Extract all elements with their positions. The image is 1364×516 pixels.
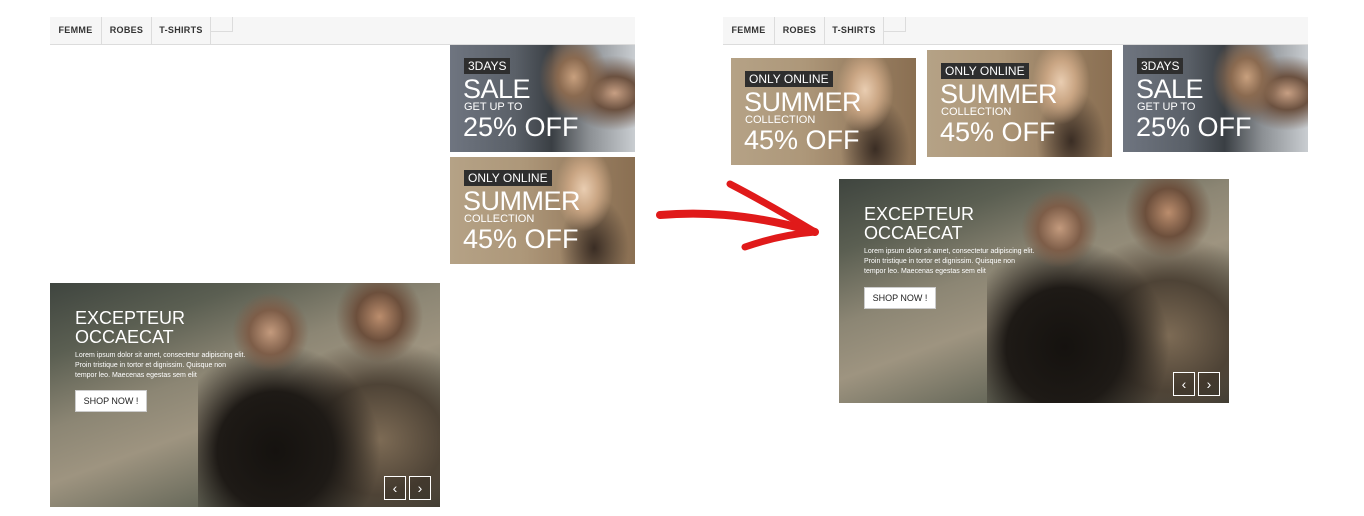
banner-summer[interactable]: ONLY ONLINE SUMMER COLLECTION 45% OFF bbox=[450, 157, 635, 264]
tab-femme[interactable]: FEMME bbox=[50, 17, 102, 44]
tab-t-shirts[interactable]: T-SHIRTS bbox=[152, 17, 211, 44]
slider-photo bbox=[987, 179, 1229, 403]
top-menu: FEMME ROBES T-SHIRTS bbox=[50, 17, 635, 45]
banner-badge: ONLY ONLINE bbox=[464, 170, 552, 186]
slider-prev-button[interactable]: ‹ bbox=[1173, 372, 1195, 396]
banner-photo bbox=[814, 58, 916, 165]
banner-sale[interactable]: 3DAYS SALE GET UP TO 25% OFF bbox=[1123, 45, 1308, 152]
slider-photo bbox=[198, 283, 440, 507]
banner-offer: 45% OFF bbox=[940, 117, 1056, 147]
tab-empty[interactable] bbox=[884, 17, 906, 32]
banner-offer: 45% OFF bbox=[463, 224, 579, 254]
tab-robes[interactable]: ROBES bbox=[102, 17, 152, 44]
slider-title: EXCEPTEUR bbox=[864, 204, 975, 224]
banner-badge: ONLY ONLINE bbox=[941, 63, 1029, 79]
banner-offer: 25% OFF bbox=[463, 112, 579, 142]
tab-robes[interactable]: ROBES bbox=[775, 17, 825, 44]
banner-headline: SUMMER bbox=[463, 186, 581, 216]
banner-headline: SALE bbox=[1136, 74, 1204, 104]
banner-summer[interactable]: ONLY ONLINE SUMMER COLLECTION 45% OFF bbox=[927, 50, 1112, 157]
tab-t-shirts[interactable]: T-SHIRTS bbox=[825, 17, 884, 44]
homepage-slider[interactable]: EXCEPTEUR OCCAECAT Lorem ipsum dolor sit… bbox=[839, 179, 1229, 403]
banner-subtitle: COLLECTION bbox=[745, 114, 816, 126]
before-panel: FEMME ROBES T-SHIRTS 3DAYS SALE GET UP T… bbox=[0, 0, 640, 516]
slider-next-button[interactable]: › bbox=[1198, 372, 1220, 396]
tab-empty[interactable] bbox=[211, 17, 233, 32]
slider-prev-button[interactable]: ‹ bbox=[384, 476, 406, 500]
top-menu: FEMME ROBES T-SHIRTS bbox=[723, 17, 1308, 45]
slider-text: Lorem ipsum dolor sit amet, consectetur … bbox=[864, 248, 1035, 275]
banner-photo bbox=[1010, 50, 1112, 157]
banner-badge: ONLY ONLINE bbox=[745, 71, 833, 87]
banner-headline: SUMMER bbox=[744, 87, 862, 117]
banner-subtitle: COLLECTION bbox=[941, 106, 1012, 118]
slider-next-button[interactable]: › bbox=[409, 476, 431, 500]
slider-title: EXCEPTEUR bbox=[75, 308, 186, 328]
banner-offer: 45% OFF bbox=[744, 125, 860, 155]
banner-subtitle: GET UP TO bbox=[1137, 101, 1196, 113]
banner-offer: 25% OFF bbox=[1136, 112, 1252, 142]
homepage-slider[interactable]: EXCEPTEUR OCCAECAT Lorem ipsum dolor sit… bbox=[50, 283, 440, 507]
shop-now-button[interactable]: SHOP NOW ! bbox=[75, 390, 147, 412]
slider-title-2: OCCAECAT bbox=[75, 327, 174, 347]
banner-headline: SUMMER bbox=[940, 79, 1058, 109]
banner-photo bbox=[1206, 45, 1308, 152]
banner-badge: 3DAYS bbox=[1137, 58, 1184, 74]
shop-now-button[interactable]: SHOP NOW ! bbox=[864, 287, 936, 309]
banner-headline: SALE bbox=[463, 74, 531, 104]
slider-title-2: OCCAECAT bbox=[864, 223, 963, 243]
banner-sale[interactable]: 3DAYS SALE GET UP TO 25% OFF bbox=[450, 45, 635, 152]
banner-badge: 3DAYS bbox=[464, 58, 511, 74]
slider-text: Lorem ipsum dolor sit amet, consectetur … bbox=[75, 352, 246, 379]
tab-femme[interactable]: FEMME bbox=[723, 17, 775, 44]
banner-summer[interactable]: ONLY ONLINE SUMMER COLLECTION 45% OFF bbox=[731, 58, 916, 165]
red-arrow-icon bbox=[656, 180, 819, 251]
